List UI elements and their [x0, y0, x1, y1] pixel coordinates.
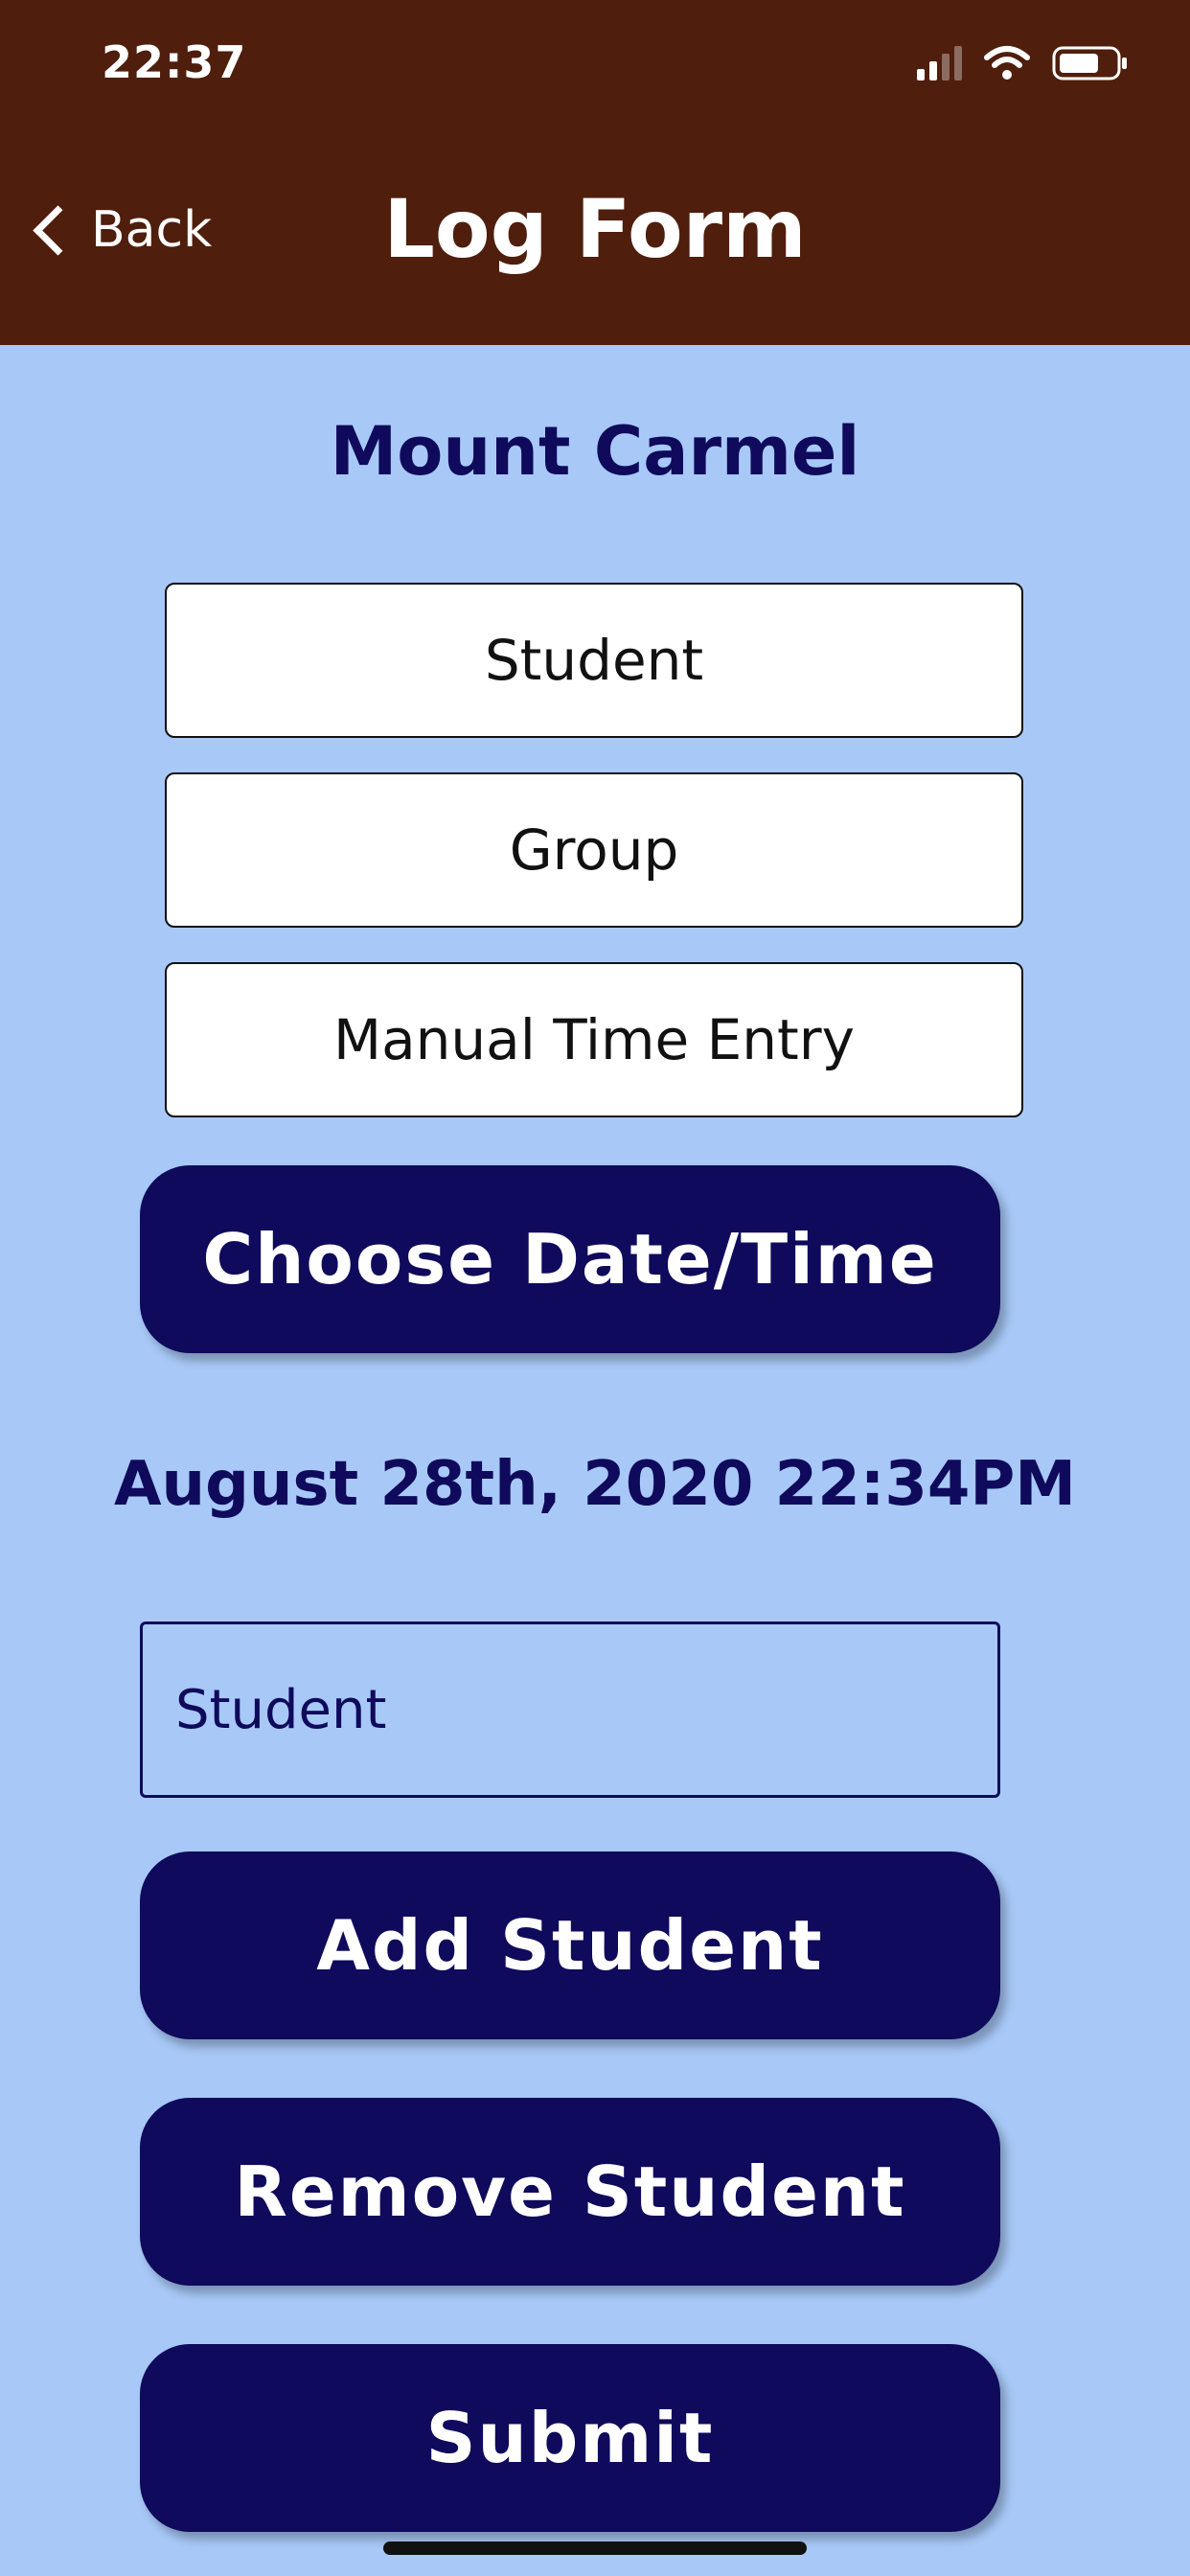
- signal-icon: [917, 46, 962, 80]
- page-title: Log Form: [383, 182, 807, 276]
- add-student-button[interactable]: Add Student: [140, 1852, 1000, 2039]
- nav-header: 22:37 Back Log Form: [0, 0, 1190, 345]
- status-icons: [917, 42, 1129, 84]
- choose-date-time-button[interactable]: Choose Date/Time: [140, 1165, 1000, 1353]
- manual-time-entry-button[interactable]: Manual Time Entry: [165, 962, 1023, 1117]
- student-option-button[interactable]: Student: [165, 583, 1023, 738]
- home-indicator[interactable]: [383, 2542, 807, 2555]
- wifi-icon: [984, 46, 1030, 80]
- organization-title: Mount Carmel: [330, 412, 860, 491]
- battery-icon: [1052, 46, 1127, 80]
- status-time: 22:37: [102, 36, 247, 88]
- group-option-button[interactable]: Group: [165, 772, 1023, 928]
- remove-student-button[interactable]: Remove Student: [140, 2098, 1000, 2286]
- selected-datetime: August 28th, 2020 22:34PM: [114, 1449, 1076, 1520]
- student-input[interactable]: [140, 1622, 1000, 1798]
- submit-button[interactable]: Submit: [140, 2344, 1000, 2532]
